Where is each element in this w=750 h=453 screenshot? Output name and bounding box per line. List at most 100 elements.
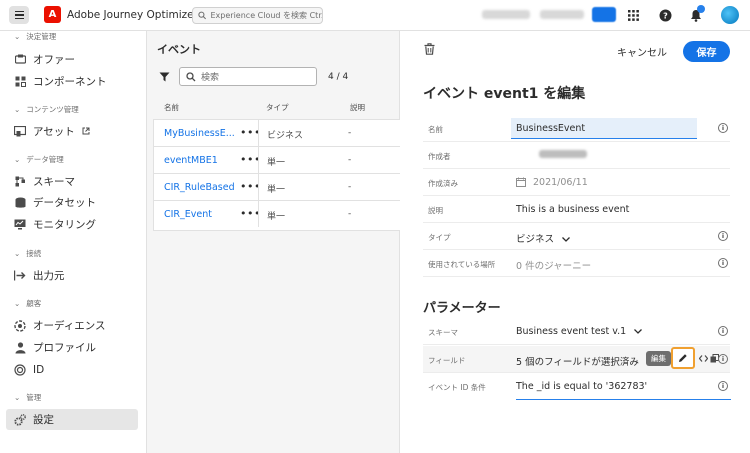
nav-section-decision[interactable]: ⌄ 決定管理 (14, 31, 56, 42)
hamburger-menu-button[interactable] (9, 6, 29, 24)
adobe-logo: A (44, 6, 61, 23)
field-label: フィールド (428, 356, 466, 365)
asset-icon (14, 126, 26, 138)
nav-section-connections[interactable]: ⌄ 接続 (14, 248, 41, 259)
nav-item-components[interactable]: コンポーネント (6, 71, 138, 92)
profile-icon (14, 341, 26, 354)
info-icon[interactable]: i (718, 123, 728, 133)
edit-tooltip: 編集 (646, 351, 671, 366)
table-row[interactable]: CIR_Event ••• 単一 - (154, 201, 402, 228)
fields-value: 5 個のフィールドが選択済み (516, 357, 639, 368)
name-input[interactable]: BusinessEvent (511, 118, 697, 139)
cancel-button[interactable]: キャンセル (617, 44, 667, 59)
used-in-value: 0 件のジャーニー (516, 261, 592, 272)
result-count: 4 / 4 (328, 72, 349, 82)
nav-item-audiences[interactable]: オーディエンス (6, 315, 138, 336)
type-dropdown[interactable]: ビジネス (516, 231, 570, 245)
event-type: ビジネス (267, 131, 304, 141)
event-type: 単一 (267, 185, 286, 195)
table-row[interactable]: eventMBE1 ••• 単一 - (154, 147, 402, 174)
table-row[interactable]: MyBusinessE... ••• ビジネス - (154, 120, 402, 147)
event-description: - (348, 209, 352, 219)
nav-item-label: プロファイル (33, 342, 96, 354)
event-list-panel: イベント 検索 4 / 4 名前 タイプ 説明 MyBusinessE... •… (146, 31, 402, 453)
field-label: 説明 (428, 206, 443, 215)
type-dropdown-value: ビジネス (516, 234, 555, 245)
nav-item-assets[interactable]: アセット (6, 121, 138, 142)
event-table: MyBusinessE... ••• ビジネス - eventMBE1 ••• … (153, 119, 402, 231)
user-avatar[interactable] (721, 6, 739, 24)
field-label: タイプ (428, 233, 451, 242)
column-header-description[interactable]: 説明 (350, 102, 365, 113)
component-icon (14, 76, 26, 88)
svg-text:?: ? (663, 11, 668, 20)
event-type: 単一 (267, 212, 286, 222)
page-title: イベント event1 を編集 (423, 86, 586, 102)
nav-item-settings[interactable]: 設定 (6, 409, 138, 430)
event-id-condition-input[interactable]: The _id is equal to '362783' (516, 381, 647, 392)
field-row-created: 作成済み 2021/06/11 (423, 169, 730, 196)
column-header-type[interactable]: タイプ (266, 102, 289, 113)
event-name-link[interactable]: MyBusinessE... (164, 128, 235, 139)
trash-icon[interactable] (424, 43, 435, 58)
nav-item-label: コンポーネント (33, 76, 107, 88)
nav-item-outputs[interactable]: 出力元 (6, 265, 138, 286)
field-row-fields: フィールド 5 個のフィールドが選択済み 編集 i (423, 346, 730, 373)
nav-item-offers[interactable]: オファー (6, 49, 138, 70)
field-row-description: 説明 This is a business event (423, 196, 730, 223)
event-search-input[interactable]: 検索 (179, 67, 317, 86)
edit-fields-button[interactable] (671, 347, 695, 369)
nav-item-monitoring[interactable]: モニタリング (6, 214, 138, 235)
filter-icon[interactable] (159, 72, 170, 85)
info-icon[interactable]: i (718, 258, 728, 268)
schema-dropdown[interactable]: Business event test v.1 (516, 326, 643, 337)
description-input[interactable]: This is a business event (516, 204, 629, 215)
event-name-link[interactable]: CIR_RuleBased (164, 182, 235, 193)
help-icon[interactable]: ? (658, 8, 672, 22)
org-switcher[interactable] (482, 10, 530, 19)
pencil-icon (679, 354, 687, 362)
sandbox-switcher[interactable] (540, 10, 584, 19)
nav-item-identities[interactable]: ID (6, 359, 138, 380)
nav-item-profiles[interactable]: プロファイル (6, 337, 138, 358)
field-label: イベント ID 条件 (428, 383, 486, 392)
input-underline (516, 398, 731, 400)
code-icon[interactable] (698, 354, 709, 366)
top-bar: A Adobe Journey Optimizer Experience Clo… (0, 0, 750, 31)
dataset-icon (14, 197, 26, 209)
chevron-down-icon (562, 234, 570, 245)
field-row-used-in: 使用されている場所 0 件のジャーニー i (423, 250, 730, 277)
apps-icon[interactable] (626, 8, 640, 22)
nav-item-schemas[interactable]: スキーマ (6, 171, 138, 192)
nav-item-label: ID (33, 363, 45, 376)
column-header-name[interactable]: 名前 (164, 102, 179, 113)
nav-section-customers[interactable]: ⌄ 顧客 (14, 298, 41, 309)
event-name-link[interactable]: eventMBE1 (164, 155, 218, 166)
column-divider (258, 147, 259, 173)
creator-value-redacted (539, 150, 587, 161)
save-button[interactable]: 保存 (683, 41, 730, 62)
global-search-input[interactable]: Experience Cloud を検索 Ctr... (192, 7, 323, 24)
output-icon (14, 270, 26, 282)
event-name-link[interactable]: CIR_Event (164, 209, 212, 220)
nav-section-admin[interactable]: ⌄ 管理 (14, 392, 41, 403)
event-description: - (348, 182, 352, 192)
info-icon[interactable]: i (718, 354, 728, 364)
chevron-down-icon (634, 326, 643, 337)
nav-item-label: アセット (33, 126, 75, 138)
table-row[interactable]: CIR_RuleBased ••• 単一 - (154, 174, 402, 201)
audience-icon (14, 319, 26, 332)
info-icon[interactable]: i (718, 231, 728, 241)
field-row-type: タイプ ビジネス i (423, 223, 730, 250)
schema-icon (14, 176, 26, 188)
info-icon[interactable]: i (718, 326, 728, 336)
created-date: 2021/06/11 (533, 177, 588, 188)
field-label: 作成済み (428, 179, 458, 188)
calendar-icon (516, 177, 526, 190)
nav-item-datasets[interactable]: データセット (6, 192, 138, 213)
search-icon (186, 71, 196, 81)
info-icon[interactable]: i (718, 381, 728, 391)
identity-icon (14, 363, 26, 376)
nav-section-data[interactable]: ⌄ データ管理 (14, 154, 64, 165)
nav-section-content[interactable]: ⌄ コンテンツ管理 (14, 104, 79, 115)
